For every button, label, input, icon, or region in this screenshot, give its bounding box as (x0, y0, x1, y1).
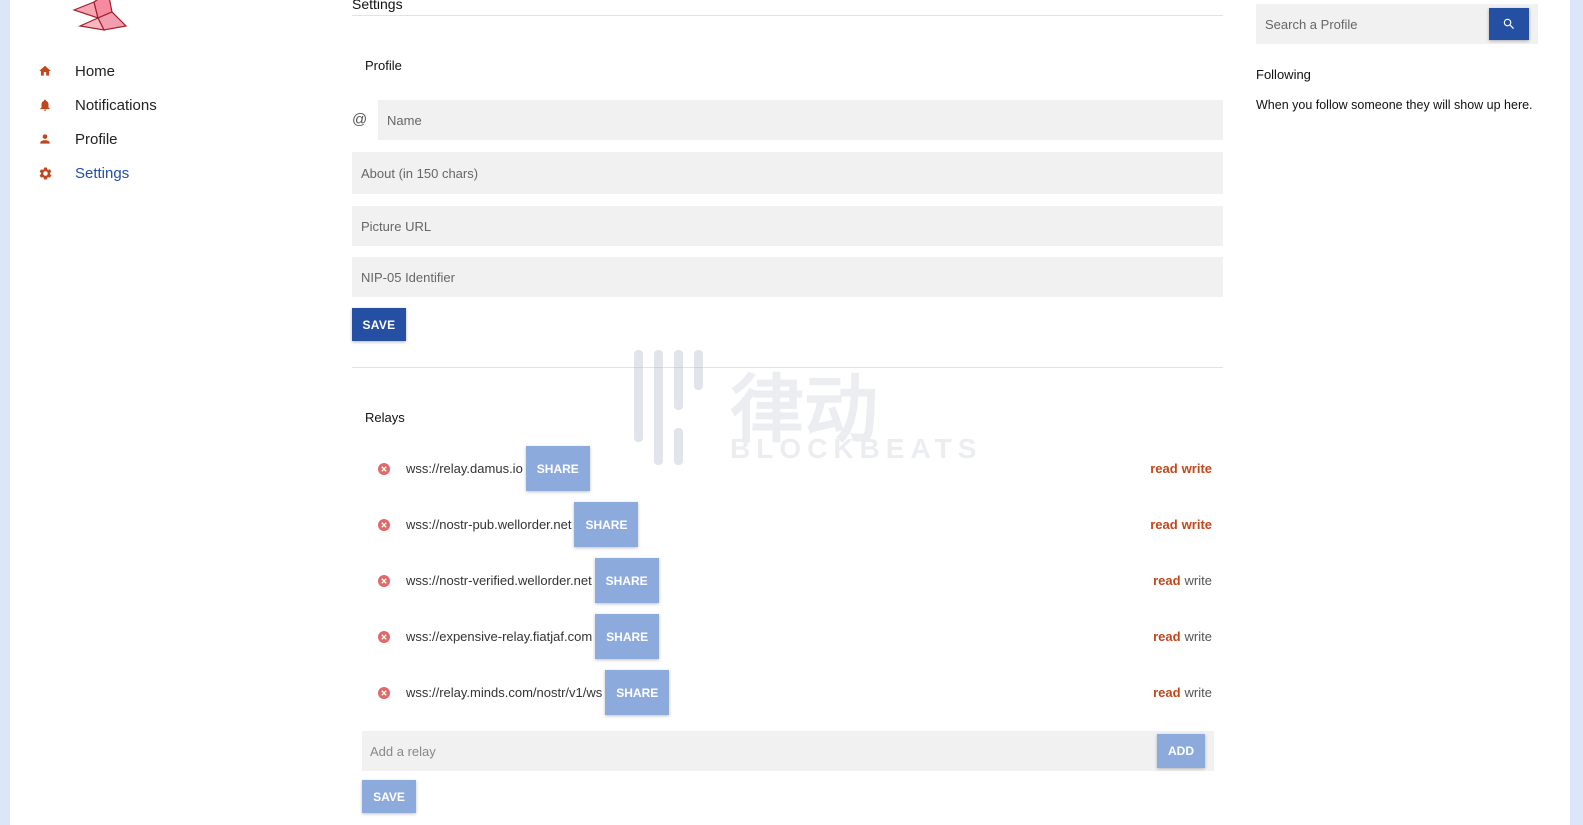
sidebar-item-label: Notifications (75, 96, 157, 114)
relays-section-title: Relays (365, 410, 405, 425)
remove-relay-icon[interactable] (378, 686, 390, 699)
sidebar-item-notifications[interactable]: Notifications (34, 88, 157, 122)
search-input[interactable] (1256, 4, 1486, 44)
write-toggle[interactable]: write (1182, 517, 1212, 532)
relay-permissions: read write (1153, 685, 1212, 700)
app-page: Home Notifications Profile Settings Sett… (10, 0, 1570, 825)
relay-url: wss://relay.minds.com/nostr/v1/ws (406, 685, 603, 700)
sidebar-item-settings[interactable]: Settings (34, 156, 157, 190)
relay-row: wss://relay.minds.com/nostr/v1/ws SHARE … (378, 670, 1212, 715)
relay-row: wss://nostr-pub.wellorder.net SHARE read… (378, 502, 1212, 547)
relay-url: wss://expensive-relay.fiatjaf.com (406, 629, 593, 644)
home-icon (36, 62, 54, 80)
read-toggle[interactable]: read (1153, 573, 1180, 588)
origami-bird-logo[interactable] (68, 0, 132, 36)
read-toggle[interactable]: read (1153, 629, 1180, 644)
relay-row: wss://nostr-verified.wellorder.net SHARE… (378, 558, 1212, 603)
relay-permissions: read write (1153, 629, 1212, 644)
write-toggle[interactable]: write (1185, 685, 1212, 700)
read-toggle[interactable]: read (1150, 461, 1177, 476)
relay-permissions: read write (1153, 573, 1212, 588)
add-relay-form: ADD (362, 731, 1214, 771)
about-input[interactable] (352, 152, 1223, 194)
add-relay-button[interactable]: ADD (1157, 734, 1205, 768)
sidebar-item-label: Home (75, 62, 116, 80)
page-title: Settings (352, 0, 403, 12)
read-toggle[interactable]: read (1153, 685, 1180, 700)
remove-relay-icon[interactable] (378, 462, 390, 475)
share-relay-button[interactable]: SHARE (574, 502, 639, 547)
share-relay-button[interactable]: SHARE (595, 614, 660, 659)
bell-icon (36, 96, 54, 114)
sidebar-nav: Home Notifications Profile Settings (34, 54, 157, 190)
share-relay-button[interactable]: SHARE (525, 446, 590, 491)
sidebar-item-label: Profile (75, 130, 118, 148)
remove-relay-icon[interactable] (378, 630, 390, 643)
share-relay-button[interactable]: SHARE (605, 670, 670, 715)
nip05-input[interactable] (352, 257, 1223, 297)
relay-url: wss://relay.damus.io (406, 461, 523, 476)
gear-icon (36, 164, 54, 182)
relays-save-button[interactable]: SAVE (362, 780, 416, 813)
write-toggle[interactable]: write (1185, 573, 1212, 588)
relay-url: wss://nostr-pub.wellorder.net (406, 517, 572, 532)
following-empty-text: When you follow someone they will show u… (1256, 98, 1533, 112)
divider (352, 15, 1223, 16)
search-button[interactable] (1489, 8, 1529, 40)
remove-relay-icon[interactable] (378, 574, 390, 587)
picture-url-input[interactable] (352, 206, 1223, 246)
profile-section-title: Profile (365, 58, 402, 73)
write-toggle[interactable]: write (1185, 629, 1212, 644)
read-toggle[interactable]: read (1150, 517, 1177, 532)
following-title: Following (1256, 67, 1311, 82)
search-icon (1503, 18, 1514, 29)
profile-search (1256, 4, 1538, 44)
sidebar-item-label: Settings (75, 164, 130, 182)
share-relay-button[interactable]: SHARE (594, 558, 659, 603)
relay-permissions: read write (1150, 461, 1212, 476)
at-sign-icon: @ (352, 111, 368, 128)
remove-relay-icon[interactable] (378, 518, 390, 531)
divider (352, 367, 1223, 368)
name-input[interactable] (378, 100, 1223, 140)
person-icon (36, 130, 54, 148)
relay-url: wss://nostr-verified.wellorder.net (406, 573, 592, 588)
sidebar-item-home[interactable]: Home (34, 54, 157, 88)
relay-row: wss://relay.damus.io SHARE read write (378, 446, 1212, 491)
write-toggle[interactable]: write (1182, 461, 1212, 476)
relay-row: wss://expensive-relay.fiatjaf.com SHARE … (378, 614, 1212, 659)
relay-permissions: read write (1150, 517, 1212, 532)
add-relay-input[interactable] (362, 731, 1152, 771)
profile-save-button[interactable]: SAVE (352, 308, 406, 341)
sidebar-item-profile[interactable]: Profile (34, 122, 157, 156)
